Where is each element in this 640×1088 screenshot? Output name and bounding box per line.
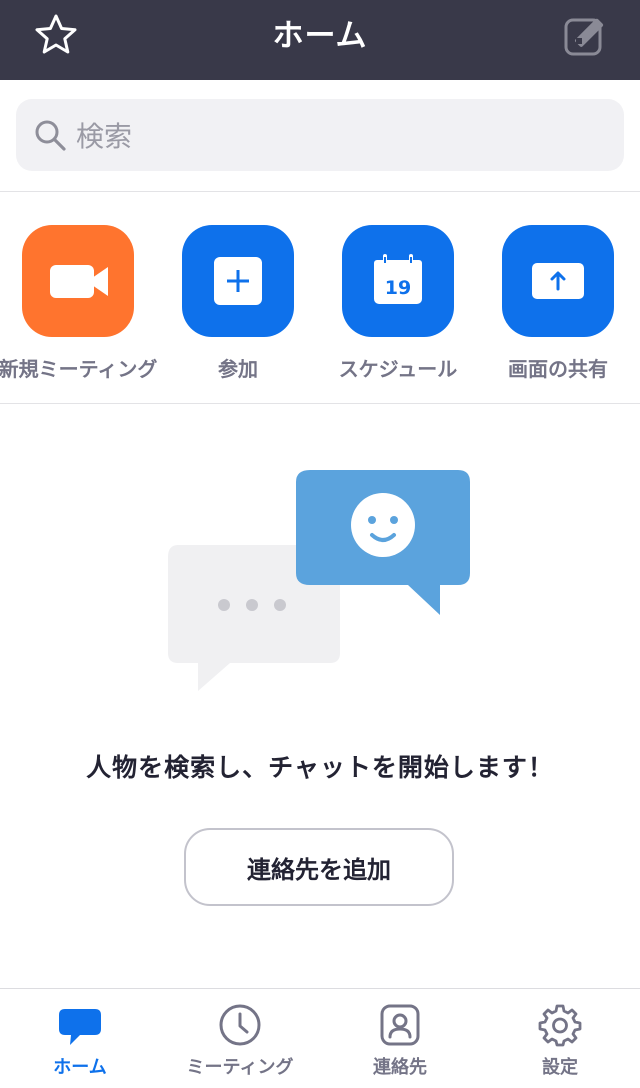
tab-settings-label: 設定	[542, 1057, 578, 1078]
join-label: 参加	[218, 357, 258, 381]
share-screen-label: 画面の共有	[508, 357, 608, 381]
chat-bubbles-illustration	[168, 470, 470, 691]
calendar-icon: 19	[374, 254, 422, 304]
edit-icon[interactable]	[562, 12, 608, 58]
tab-bar: ホーム ミーティング 連絡先 設定	[0, 988, 640, 1088]
tab-settings[interactable]: 設定	[480, 989, 640, 1088]
new-meeting-button[interactable]: 新規ミーティング	[0, 225, 160, 385]
video-camera-icon	[50, 265, 108, 298]
tab-home[interactable]: ホーム	[0, 989, 160, 1088]
calendar-day: 19	[385, 277, 411, 299]
tab-contacts[interactable]: 連絡先	[320, 989, 480, 1088]
plus-icon	[214, 257, 262, 305]
contact-icon	[380, 1004, 420, 1046]
chat-bubble-icon	[59, 1009, 101, 1045]
clock-icon	[219, 1004, 261, 1046]
page-title: ホーム	[272, 18, 368, 54]
new-meeting-tile[interactable]	[22, 225, 134, 337]
join-button[interactable]: 参加	[160, 225, 320, 385]
schedule-label: スケジュール	[338, 357, 458, 381]
tab-home-label: ホーム	[53, 1057, 107, 1078]
search-bar[interactable]	[16, 99, 624, 171]
search-icon	[35, 120, 66, 151]
share-screen-tile[interactable]	[502, 225, 614, 337]
join-tile[interactable]	[182, 225, 294, 337]
schedule-tile[interactable]: 19	[342, 225, 454, 337]
top-bar: ホーム	[0, 0, 640, 80]
divider	[0, 403, 640, 404]
divider	[0, 191, 640, 192]
tab-contacts-label: 連絡先	[373, 1057, 427, 1078]
tab-meetings[interactable]: ミーティング	[160, 989, 320, 1088]
gear-icon	[538, 1004, 582, 1047]
share-screen-icon	[532, 263, 584, 299]
new-meeting-label: 新規ミーティング	[0, 357, 158, 381]
tab-meetings-label: ミーティング	[186, 1057, 294, 1078]
share-screen-button[interactable]: 画面の共有	[480, 225, 640, 385]
search-input[interactable]	[74, 111, 598, 161]
add-contact-button[interactable]: 連絡先を追加	[184, 828, 454, 906]
empty-state-message: 人物を検索し、チャットを開始します！	[86, 753, 554, 782]
schedule-button[interactable]: 19 スケジュール	[320, 225, 480, 385]
